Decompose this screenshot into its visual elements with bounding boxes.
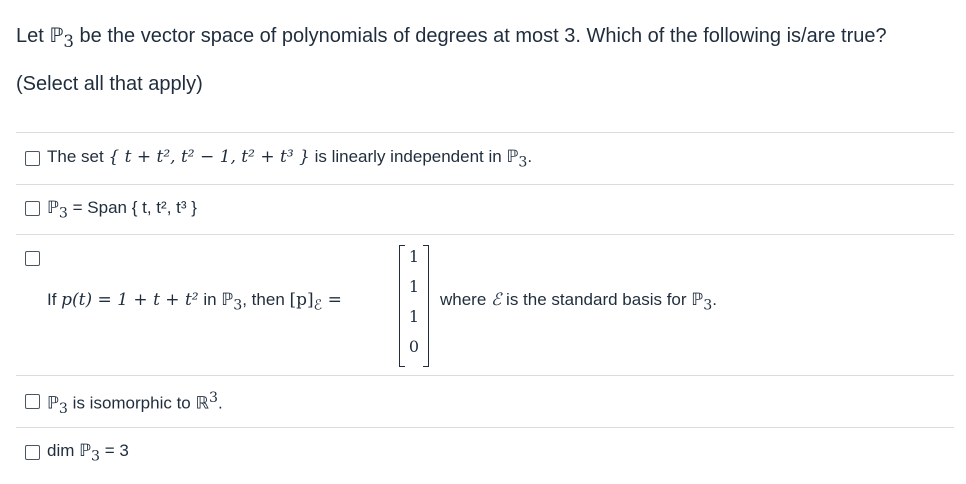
question-suffix: be the vector space of polynomials of de… — [74, 25, 887, 47]
checkbox-isomorphic[interactable] — [25, 394, 40, 409]
option-text: . — [527, 147, 533, 166]
vector-entry: 1 — [408, 247, 420, 266]
space-symbol: ℙ — [47, 198, 59, 218]
option-text: in — [198, 290, 222, 309]
option-coordinate-vector[interactable]: If p(t) = 1 + t + t² in ℙ3, then [p]ℰ = … — [16, 234, 954, 375]
option-label: ℙ3 = Span { t, t², t³ } — [47, 198, 197, 221]
basis-symbol: ℰ — [491, 290, 502, 310]
checkbox-coordinate-vector[interactable] — [25, 251, 40, 266]
option-text: . — [217, 393, 223, 413]
option-text: where — [440, 290, 492, 309]
real-space-symbol: ℝ — [195, 393, 209, 414]
option-text: . — [712, 290, 717, 309]
basis-subscript: ℰ — [313, 297, 323, 314]
option-linearly-independent[interactable]: The set { t + t², t² − 1, t² + t³ } is l… — [16, 132, 954, 184]
option-text: = 3 — [100, 441, 129, 460]
answer-options: The set { t + t², t² − 1, t² + t³ } is l… — [16, 132, 954, 479]
instruction-text: (Select all that apply) — [16, 73, 203, 95]
option-label: dim ℙ3 = 3 — [47, 441, 129, 464]
coordinate-notation: [p] — [289, 290, 314, 310]
question-prefix: Let — [16, 25, 50, 47]
checkbox-dimension[interactable] — [25, 445, 40, 460]
option-text: is the standard basis for — [501, 290, 692, 309]
space-symbol: ℙ — [79, 441, 92, 461]
polynomial-set: { t + t², t² − 1, t² + t³ } — [108, 147, 310, 167]
option-label: The set { t + t², t² − 1, t² + t³ } is l… — [47, 147, 532, 170]
option-label: ℙ3 is isomorphic to ℝ3. — [47, 390, 223, 417]
standard-basis-note: where ℰ is the standard basis for ℙ3. — [440, 290, 717, 313]
option-text: is linearly independent in — [309, 147, 507, 166]
option-text: dim — [47, 441, 80, 460]
option-text: = Span { t, t², t³ } — [67, 198, 197, 217]
option-dimension[interactable]: dim ℙ3 = 3 — [16, 427, 954, 479]
space-subscript: 3 — [58, 401, 68, 418]
option-text: is isomorphic to — [67, 393, 196, 413]
vector-entry: 1 — [408, 307, 420, 326]
space-symbol: ℙ — [691, 290, 704, 310]
vector-entry: 0 — [408, 337, 420, 356]
option-text: If — [47, 290, 62, 309]
space-symbol: ℙ — [221, 290, 234, 310]
option-span[interactable]: ℙ3 = Span { t, t², t³ } — [16, 184, 954, 234]
space-symbol: ℙ — [47, 393, 59, 414]
question-space-symbol: ℙ — [49, 23, 64, 47]
polynomial-expression: p(t) = 1 + t + t² — [61, 290, 199, 310]
real-space-superscript: 3 — [208, 390, 218, 406]
space-subscript: 3 — [91, 448, 101, 465]
option-isomorphic[interactable]: ℙ3 is isomorphic to ℝ3. — [16, 375, 954, 427]
space-subscript: 3 — [58, 205, 68, 222]
option-label: If p(t) = 1 + t + t² in ℙ3, then [p]ℰ = — [47, 290, 342, 313]
coordinate-column-vector: 1 1 1 0 — [399, 245, 429, 367]
question-text: Let ℙ3 be the vector space of polynomial… — [16, 22, 887, 55]
vector-entry: 1 — [408, 277, 420, 296]
equals-sign: = — [322, 290, 342, 310]
space-subscript: 3 — [233, 297, 243, 314]
option-text: , then — [242, 290, 290, 309]
space-symbol: ℙ — [506, 147, 519, 167]
checkbox-linearly-independent[interactable] — [25, 151, 40, 166]
question-space-subscript: 3 — [63, 32, 74, 51]
space-subscript: 3 — [703, 297, 713, 314]
checkbox-span[interactable] — [25, 201, 40, 216]
option-text: The set — [47, 147, 109, 166]
